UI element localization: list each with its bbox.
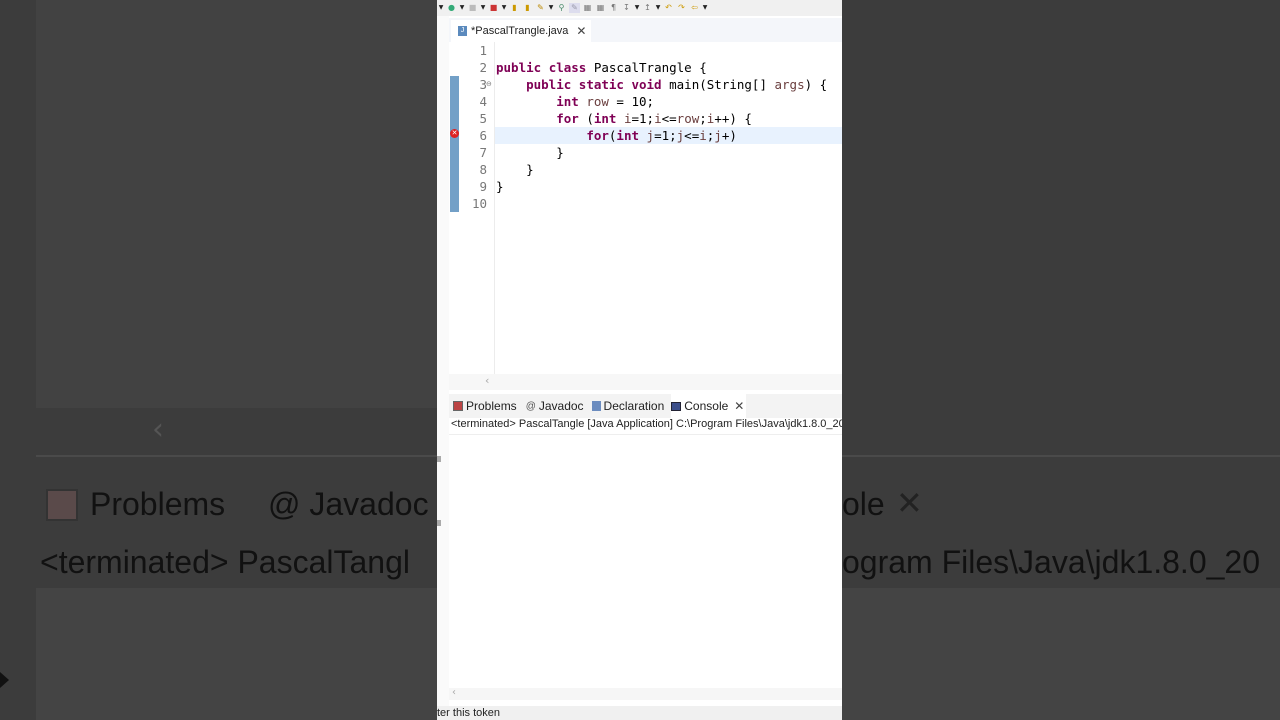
code-line[interactable]: } bbox=[496, 161, 827, 178]
code-line[interactable]: public class PascalTrangle { bbox=[496, 59, 827, 76]
next-annotation-icon[interactable]: ↧ bbox=[621, 3, 632, 13]
edit-icon[interactable]: ✎ bbox=[535, 3, 546, 13]
views-panel: Problems @ Javadoc Declaration Console ✕… bbox=[449, 394, 842, 720]
dropdown-icon[interactable]: ▼ bbox=[702, 3, 708, 13]
bg-console-tab: ole bbox=[842, 486, 885, 522]
bg-arrow-icon bbox=[0, 672, 9, 688]
tab-javadoc[interactable]: @ Javadoc bbox=[526, 394, 584, 418]
terminate-icon[interactable]: ■ bbox=[488, 3, 499, 13]
tab-declaration[interactable]: Declaration bbox=[591, 394, 665, 418]
prev-annotation-icon[interactable]: ↥ bbox=[642, 3, 653, 13]
open-folder-icon[interactable]: ▮ bbox=[509, 3, 520, 13]
dropdown-icon[interactable]: ▼ bbox=[634, 3, 640, 13]
code-line[interactable]: int row = 10; bbox=[496, 93, 827, 110]
toolbar: ▼ ● ▼ ■ ▼ ■ ▼ ▮ ▮ ✎ ▼ ⚲ ✎ ▦ ▦ ¶ ↧ ▼ ↥ ▼ … bbox=[437, 0, 842, 16]
close-icon[interactable]: ✕ bbox=[576, 24, 586, 38]
views-tabbar: Problems @ Javadoc Declaration Console ✕ bbox=[449, 394, 842, 418]
block-icon[interactable]: ▦ bbox=[582, 3, 593, 13]
bg-editor-area bbox=[36, 0, 440, 408]
editor-tabbar: J *PascalTrangle.java ✕ bbox=[449, 18, 842, 42]
console-terminated-line: <terminated> PascalTangle [Java Applicat… bbox=[451, 418, 842, 430]
search-icon[interactable]: ⚲ bbox=[556, 3, 567, 13]
pilcrow-icon[interactable]: ¶ bbox=[608, 3, 619, 13]
console-icon bbox=[671, 401, 682, 411]
dropdown-icon[interactable]: ▼ bbox=[480, 3, 486, 13]
code-line[interactable]: for(int j=1;j<=i;j+) bbox=[496, 127, 827, 144]
scroll-left-icon[interactable]: ‹ bbox=[452, 687, 456, 698]
change-ruler-bar bbox=[450, 76, 459, 212]
line-number: 9 bbox=[479, 179, 487, 194]
code-line[interactable]: public static void main(String[] args) { bbox=[496, 76, 827, 93]
bg-problems-label: Problems bbox=[90, 486, 226, 522]
code-line[interactable]: } bbox=[496, 144, 827, 161]
dropdown-icon[interactable]: ▼ bbox=[501, 3, 507, 13]
line-numbers: 1 2 3 4 5 6 7 8 9 10 bbox=[463, 42, 487, 212]
console-output[interactable] bbox=[449, 434, 842, 689]
dropdown-icon[interactable]: ▼ bbox=[459, 3, 465, 13]
code-line[interactable]: for (int i=1;i<=row;i++) { bbox=[496, 110, 827, 127]
tab-console[interactable]: Console ✕ bbox=[671, 394, 747, 418]
tab-declaration-label: Declaration bbox=[603, 399, 665, 413]
nav-back-icon[interactable]: ⇦ bbox=[689, 3, 700, 13]
forward-icon[interactable]: ↷ bbox=[676, 3, 687, 13]
fold-icon[interactable]: ⊖ bbox=[486, 80, 492, 88]
back-icon[interactable]: ↶ bbox=[663, 3, 674, 13]
code-editor[interactable]: ✕ 1 2 3 4 5 6 7 8 9 10 ⊖ public class Pa… bbox=[449, 42, 842, 387]
open-file-icon[interactable]: ▮ bbox=[522, 3, 533, 13]
dropdown-icon[interactable]: ▼ bbox=[655, 3, 661, 13]
left-rail bbox=[437, 16, 449, 720]
console-horizontal-scrollbar[interactable]: ‹ bbox=[449, 687, 842, 700]
gutter-divider bbox=[494, 42, 495, 387]
bg-problems-tab: Problems bbox=[46, 486, 225, 523]
close-icon[interactable]: ✕ bbox=[734, 399, 744, 413]
highlight-icon[interactable]: ✎ bbox=[569, 3, 580, 13]
line-number: 10 bbox=[471, 196, 487, 211]
ide-window: ▼ ● ▼ ■ ▼ ■ ▼ ▮ ▮ ✎ ▼ ⚲ ✎ ▦ ▦ ¶ ↧ ▼ ↥ ▼ … bbox=[437, 0, 842, 720]
status-bar: ter this token bbox=[437, 706, 842, 720]
code-text[interactable]: public class PascalTrangle { public stat… bbox=[496, 42, 827, 212]
bg-problems-icon bbox=[46, 488, 78, 521]
line-number: 4 bbox=[479, 94, 487, 109]
java-file-icon: J bbox=[458, 26, 467, 36]
declaration-icon bbox=[591, 401, 601, 411]
tab-problems-label: Problems bbox=[466, 399, 517, 413]
debug-icon[interactable]: ● bbox=[446, 3, 457, 13]
rail-marker bbox=[437, 456, 441, 462]
line-number: 5 bbox=[479, 111, 487, 126]
tab-javadoc-label: Javadoc bbox=[538, 399, 584, 413]
line-number: 1 bbox=[479, 43, 487, 58]
whitespace-icon[interactable]: ▦ bbox=[595, 3, 606, 13]
line-number: 2 bbox=[479, 60, 487, 75]
scroll-left-icon[interactable]: ‹ bbox=[485, 374, 489, 387]
editor-horizontal-scrollbar[interactable]: ‹ bbox=[449, 374, 842, 390]
error-icon[interactable]: ✕ bbox=[450, 129, 459, 138]
bg-chevron-left-icon: ‹ bbox=[152, 412, 164, 447]
editor-tab-title: *PascalTrangle.java bbox=[471, 25, 569, 37]
stop-icon[interactable]: ■ bbox=[467, 3, 478, 13]
tab-problems[interactable]: Problems bbox=[453, 394, 517, 418]
bg-close-icon: ✕ bbox=[896, 484, 923, 522]
code-line[interactable]: } bbox=[496, 178, 827, 195]
bg-terminated-right: ogram Files\Java\jdk1.8.0_20 bbox=[842, 544, 1260, 580]
bg-terminated-left: <terminated> PascalTangl bbox=[40, 544, 410, 580]
line-number: 7 bbox=[479, 145, 487, 160]
problems-icon bbox=[453, 401, 463, 411]
code-line[interactable] bbox=[496, 195, 827, 212]
tab-console-label: Console bbox=[684, 399, 729, 413]
bg-javadoc-tab: @ Javadoc bbox=[268, 486, 429, 522]
line-number: 8 bbox=[479, 162, 487, 177]
line-number: 3 bbox=[479, 77, 487, 92]
dropdown-icon[interactable]: ▼ bbox=[548, 3, 554, 13]
rail-marker bbox=[437, 520, 441, 526]
code-line[interactable] bbox=[496, 42, 827, 59]
dropdown-icon[interactable]: ▼ bbox=[438, 3, 444, 13]
editor-tab-pascaltrangle[interactable]: J *PascalTrangle.java ✕ bbox=[451, 20, 591, 42]
at-icon: @ bbox=[525, 400, 536, 412]
line-number: 6 bbox=[479, 128, 487, 143]
